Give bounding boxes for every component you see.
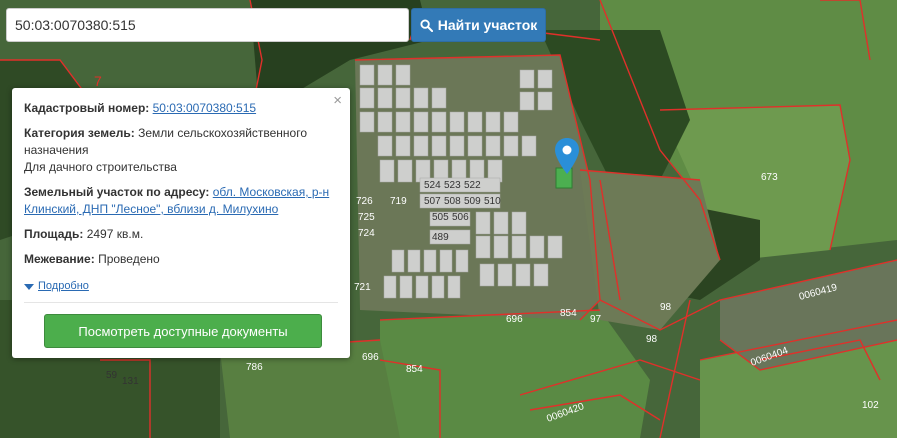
map-label: 854 [406, 364, 423, 375]
map-label: 102 [862, 400, 879, 411]
map-label: 97 [590, 314, 602, 325]
popup-divider [24, 302, 338, 303]
plot-info-popup: × Кадастровый номер: 50:03:0070380:515 К… [12, 88, 350, 358]
map-label: 522 [464, 180, 481, 191]
map-label: 507 [424, 196, 441, 207]
map-label: 721 [354, 282, 371, 293]
map-label: 719 [390, 196, 407, 207]
map-label: 696 [362, 352, 379, 363]
address-row: Земельный участок по адресу: обл. Москов… [24, 184, 338, 218]
find-plot-button[interactable]: Найти участок [411, 8, 546, 42]
map-label: 854 [560, 308, 577, 319]
map-label: 98 [660, 302, 672, 313]
cadastral-link[interactable]: 50:03:0070380:515 [153, 101, 256, 115]
map-label: 505 [432, 212, 449, 223]
map-label: 523 [444, 180, 461, 191]
cadastral-label: Кадастровый номер: [24, 101, 150, 115]
area-value: 2497 кв.м. [86, 227, 144, 241]
map-label: 508 [444, 196, 461, 207]
map-label: 696 [506, 314, 523, 325]
survey-value: Проведено [98, 252, 160, 266]
map-label: 725 [358, 212, 375, 223]
area-row: Площадь: 2497 кв.м. [24, 226, 338, 243]
view-documents-button[interactable]: Посмотреть доступные документы [44, 314, 322, 348]
more-details-link[interactable]: Подробно [24, 278, 338, 295]
survey-row: Межевание: Проведено [24, 251, 338, 268]
close-icon[interactable]: × [333, 92, 342, 109]
category-use: Для дачного строительства [24, 160, 177, 174]
map-label: 59 [106, 370, 118, 381]
map-label: 724 [358, 228, 375, 239]
map-label: 726 [356, 196, 373, 207]
map-label: 524 [424, 180, 441, 191]
address-label: Земельный участок по адресу: [24, 185, 210, 199]
map-label: 506 [452, 212, 469, 223]
map-label: 509 [464, 196, 481, 207]
search-input[interactable] [6, 8, 409, 42]
area-label: Площадь: [24, 227, 84, 241]
map-label: 131 [122, 376, 139, 387]
category-label: Категория земель: [24, 126, 135, 140]
map-label: 673 [761, 172, 778, 183]
map-label: 786 [246, 362, 263, 373]
map-label: 510 [484, 196, 501, 207]
find-plot-label: Найти участок [437, 17, 538, 33]
category-row: Категория земель: Земли сельскохозяйстве… [24, 125, 338, 176]
triangle-down-icon [24, 283, 34, 290]
more-details-label: Подробно [38, 280, 89, 292]
search-icon [420, 18, 433, 32]
cadastral-row: Кадастровый номер: 50:03:0070380:515 [24, 100, 338, 117]
map-label: 489 [432, 232, 449, 243]
survey-label: Межевание: [24, 252, 95, 266]
map-marker-icon[interactable] [555, 138, 579, 174]
map-label: 7 [94, 73, 102, 89]
map-label: 98 [646, 334, 658, 345]
